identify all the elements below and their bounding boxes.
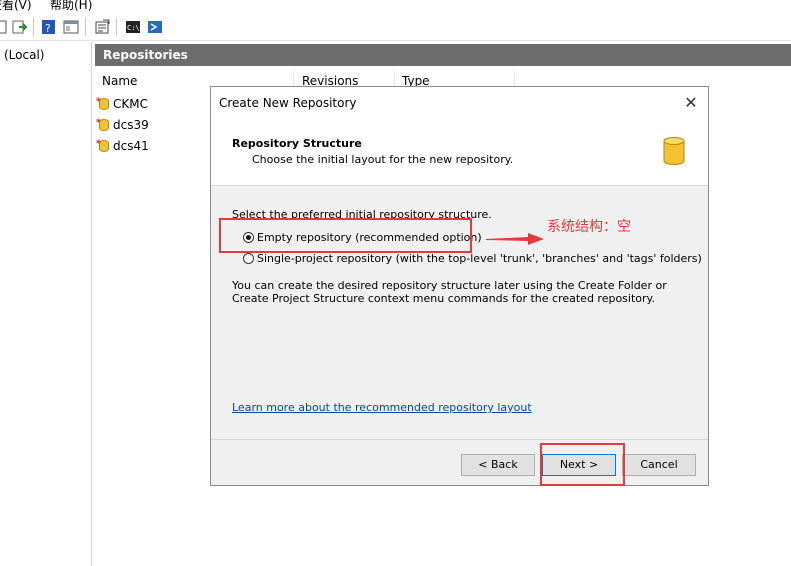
- wizard-header: Repository Structure Choose the initial …: [211, 119, 708, 186]
- learn-more-link[interactable]: Learn more about the recommended reposit…: [232, 401, 532, 414]
- annotation-highlight-option: [219, 218, 472, 253]
- repository-icon: *: [96, 117, 109, 131]
- dialog-title: Create New Repository: [219, 96, 357, 110]
- close-icon[interactable]: ✕: [681, 93, 701, 113]
- dialog-titlebar: Create New Repository ✕: [211, 87, 708, 119]
- powershell-icon[interactable]: [147, 19, 163, 35]
- repositories-header: Repositories: [95, 44, 791, 66]
- export-icon[interactable]: [12, 19, 28, 35]
- database-icon: [663, 137, 685, 165]
- cancel-button[interactable]: Cancel: [622, 454, 696, 476]
- svg-text:?: ?: [45, 22, 51, 35]
- structure-info-text: You can create the desired repository st…: [232, 279, 667, 305]
- window-icon[interactable]: [63, 19, 79, 35]
- annotation-highlight-next: [540, 443, 625, 486]
- repository-name: CKMC: [113, 97, 148, 111]
- back-button[interactable]: < Back: [461, 454, 535, 476]
- repository-icon: *: [96, 96, 109, 110]
- annotation-text: 系统结构：空: [547, 219, 631, 235]
- radio-unselected[interactable]: [243, 253, 254, 264]
- repository-row[interactable]: * CKMC: [96, 94, 148, 114]
- properties-icon[interactable]: [94, 19, 110, 35]
- console-icon[interactable]: C:\: [125, 19, 141, 35]
- tree-item-local[interactable]: (Local): [4, 48, 44, 62]
- toolbar: ? C:\: [0, 14, 791, 41]
- menu-help[interactable]: 帮助(H): [50, 0, 92, 13]
- wizard-step-subtitle: Choose the initial layout for the new re…: [252, 153, 514, 166]
- repository-row[interactable]: * dcs41: [96, 136, 149, 156]
- create-repository-dialog: Create New Repository ✕ Repository Struc…: [210, 86, 709, 486]
- annotation-arrow-icon: [486, 233, 544, 245]
- option-label: Single-project repository (with the top-…: [257, 252, 702, 265]
- tree-pane: (Local): [0, 42, 92, 566]
- wizard-step-title: Repository Structure: [232, 137, 362, 150]
- help-icon[interactable]: ?: [41, 19, 57, 35]
- repository-name: dcs39: [113, 118, 149, 132]
- menubar: 查看(V) 帮助(H): [0, 0, 791, 14]
- toolbar-partial-icon[interactable]: [0, 19, 10, 35]
- repository-icon: *: [96, 138, 109, 152]
- repositories-header-label: Repositories: [103, 48, 188, 62]
- wizard-footer: < Back Next > Cancel: [211, 439, 708, 486]
- repository-row[interactable]: * dcs39: [96, 115, 149, 135]
- option-single-project-repository[interactable]: Single-project repository (with the top-…: [243, 252, 702, 265]
- repository-name: dcs41: [113, 139, 149, 153]
- svg-text:C:\: C:\: [127, 24, 140, 32]
- menu-view[interactable]: 查看(V): [0, 0, 32, 13]
